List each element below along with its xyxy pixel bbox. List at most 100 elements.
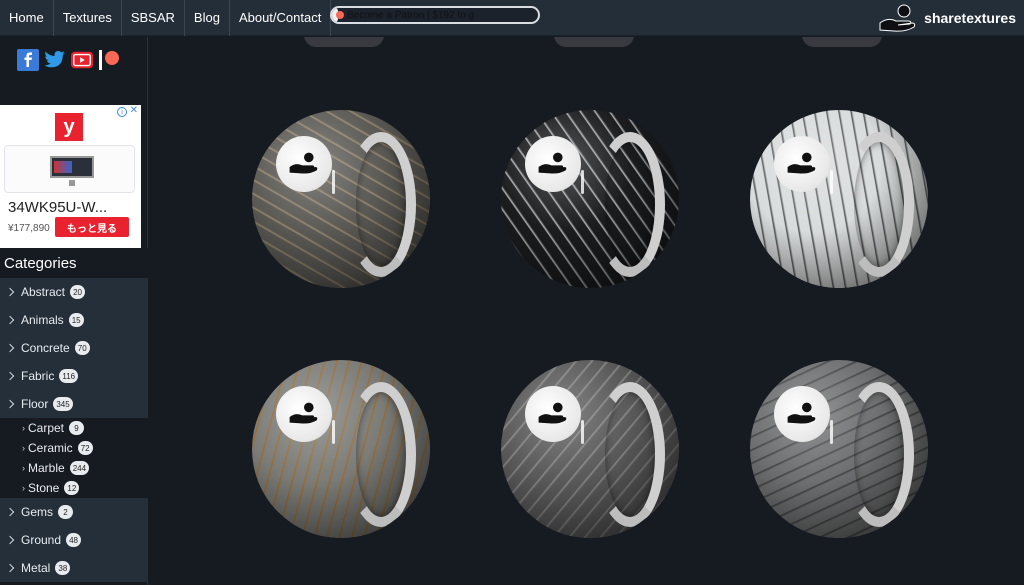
category-label: Fabric: [21, 369, 55, 383]
category-label: Floor: [21, 397, 49, 411]
sharetextures-badge-icon: [774, 136, 830, 192]
subcategory-marble[interactable]: › Marble 244: [0, 458, 148, 478]
count-badge: 20: [70, 285, 86, 299]
category-label: Gems: [21, 505, 54, 519]
sharetextures-badge-icon: [276, 386, 332, 442]
become-patron-button[interactable]: Become a Patron | $192 to g: [330, 6, 540, 24]
highlight-streak: [830, 170, 833, 194]
texture-card-marble-4[interactable]: [252, 360, 430, 538]
previous-row-sphere-edge: [802, 37, 882, 47]
ad-see-more-button[interactable]: もっと見る: [55, 217, 129, 237]
glass-ring: [844, 382, 914, 527]
chevron-right-icon: [5, 343, 15, 353]
patreon-dot-icon: [336, 11, 344, 19]
patreon-icon[interactable]: [98, 49, 120, 71]
previous-row-sphere-edge: [554, 37, 634, 47]
youtube-icon[interactable]: [71, 49, 93, 71]
category-list: Abstract 20 Animals 15 Concrete 70 Fabri…: [0, 278, 148, 582]
ad-price: ¥177,890: [8, 223, 50, 234]
ad-close-icon[interactable]: ✕: [130, 105, 138, 116]
texture-card-marble-2[interactable]: [501, 110, 679, 288]
category-label: Ground: [21, 533, 62, 547]
count-badge: 2: [58, 505, 74, 519]
ad-product-image: [4, 145, 135, 193]
chevron-right-icon: [5, 315, 15, 325]
chevron-right-icon: [5, 287, 15, 297]
count-badge: 345: [53, 397, 73, 411]
top-nav: Home Textures SBSAR Blog About/Contact B…: [0, 0, 1024, 36]
count-badge: 15: [68, 313, 84, 327]
highlight-streak: [581, 170, 584, 194]
brand-name: sharetextures: [924, 10, 1016, 26]
nav-about-contact[interactable]: About/Contact: [230, 0, 332, 36]
small-chevron-icon: ›: [22, 463, 25, 473]
texture-card-marble-6[interactable]: [750, 360, 928, 538]
category-gems[interactable]: Gems 2: [0, 498, 148, 526]
category-label: Animals: [21, 313, 64, 327]
chevron-right-icon: [5, 371, 15, 381]
category-concrete[interactable]: Concrete 70: [0, 334, 148, 362]
category-fabric[interactable]: Fabric 116: [0, 362, 148, 390]
highlight-streak: [332, 420, 335, 444]
patron-content: Become a Patron | $192 to g: [336, 10, 474, 21]
nav-home[interactable]: Home: [0, 0, 54, 36]
texture-card-marble-3[interactable]: [750, 110, 928, 288]
glass-ring: [595, 132, 665, 277]
advertisement[interactable]: y i ✕ 34WK95U-W... ¥177,890 もっと見る: [0, 105, 141, 250]
nav-sbsar[interactable]: SBSAR: [122, 0, 185, 36]
category-label: Concrete: [21, 341, 70, 355]
category-floor[interactable]: Floor 345: [0, 390, 148, 418]
nav-textures[interactable]: Textures: [54, 0, 122, 36]
highlight-streak: [332, 170, 335, 194]
sharetextures-badge-icon: [525, 386, 581, 442]
category-animals[interactable]: Animals 15: [0, 306, 148, 334]
subcategory-label: Marble: [28, 461, 65, 475]
category-label: Metal: [21, 561, 51, 575]
count-badge: 244: [69, 461, 90, 475]
twitter-icon[interactable]: [44, 49, 66, 71]
subcategory-label: Ceramic: [28, 441, 73, 455]
small-chevron-icon: ›: [22, 443, 25, 453]
monitor-stand: [69, 180, 75, 186]
facebook-icon[interactable]: [17, 49, 39, 71]
category-metal[interactable]: Metal 38: [0, 554, 148, 582]
subcategory-label: Stone: [28, 481, 60, 495]
count-badge: 38: [55, 561, 71, 575]
count-badge: 116: [59, 369, 79, 383]
count-badge: 9: [69, 421, 85, 435]
category-ground[interactable]: Ground 48: [0, 526, 148, 554]
sharetextures-badge-icon: [525, 136, 581, 192]
subcategory-label: Carpet: [28, 421, 65, 435]
chevron-right-icon: [5, 399, 15, 409]
small-chevron-icon: ›: [22, 423, 25, 433]
count-badge: 72: [77, 441, 93, 455]
texture-grid: [149, 37, 1024, 585]
category-abstract[interactable]: Abstract 20: [0, 278, 148, 306]
brand[interactable]: sharetextures: [878, 0, 1016, 36]
social-links: [17, 49, 120, 71]
highlight-streak: [581, 420, 584, 444]
ad-info-icon[interactable]: i: [117, 107, 127, 117]
count-badge: 48: [66, 533, 82, 547]
ad-title: 34WK95U-W...: [8, 199, 108, 216]
sharetextures-badge-icon: [774, 386, 830, 442]
highlight-streak: [830, 420, 833, 444]
count-badge: 12: [64, 481, 80, 495]
glass-ring: [595, 382, 665, 527]
sharetextures-logo-icon: [879, 4, 916, 32]
texture-card-marble-5[interactable]: [501, 360, 679, 538]
subcategory-stone[interactable]: › Stone 12: [0, 478, 148, 498]
glass-ring: [346, 132, 416, 277]
sidebar: y i ✕ 34WK95U-W... ¥177,890 もっと見る Catego…: [0, 37, 148, 585]
ad-brand-logo: y: [55, 113, 83, 141]
sharetextures-badge-icon: [276, 136, 332, 192]
glass-ring: [844, 132, 914, 277]
nav-blog[interactable]: Blog: [185, 0, 230, 36]
subcategory-ceramic[interactable]: › Ceramic 72: [0, 438, 148, 458]
patron-label: Become a Patron | $192 to g: [347, 9, 475, 21]
subcategory-carpet[interactable]: › Carpet 9: [0, 418, 148, 438]
chevron-right-icon: [5, 563, 15, 573]
texture-card-marble-1[interactable]: [252, 110, 430, 288]
category-label: Abstract: [21, 285, 66, 299]
count-badge: 70: [74, 341, 90, 355]
